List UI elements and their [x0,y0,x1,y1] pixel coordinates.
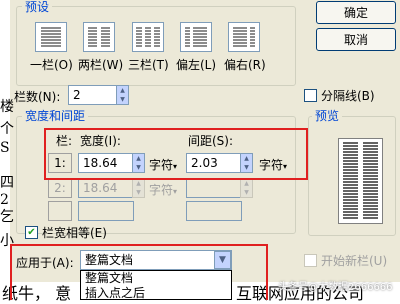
dropdown-caret-icon: ▾ [173,187,178,196]
new-column-label: 开始新栏(U) [321,254,388,268]
one-column-icon [41,27,61,47]
columns-spinner[interactable]: ▲ ▼ [116,85,129,105]
presets-legend: 预设 [22,0,53,14]
cancel-button[interactable]: 取消 [316,28,396,51]
right-column-icon [233,27,255,47]
row-2-spacing-input [186,178,242,198]
columns-label: 栏数(N): [14,90,61,104]
row-3-spacing-input [186,201,242,221]
row-3-width-input [78,201,134,221]
doc-char: 个 [0,121,14,137]
row-3-number [48,201,72,221]
separator-label: 分隔线(B) [321,89,375,103]
row-2-width-spinner: ▲ ▼ [132,178,145,198]
spin-up-icon: ▲ [244,180,249,187]
preview-columns-graphic [343,142,378,219]
preset-two-label: 两栏(W) [78,58,124,72]
columns-input[interactable]: 2 [68,85,118,105]
equal-width-checkbox[interactable]: ✔ [25,226,38,239]
preset-right-label: 偏右(R) [224,58,266,72]
checkmark-icon: ✔ [27,227,36,238]
preset-one-column[interactable] [35,22,67,52]
equal-width-label: 栏宽相等(E) [42,226,107,240]
row-2-width-unit: 字符▾ [149,181,177,198]
doc-char: 四 [0,175,14,191]
doc-char: 乞 [0,209,14,225]
watermark: 头条号@大数据2666666 [278,282,393,293]
spin-up-icon: ▲ [120,87,125,94]
preset-two-columns[interactable] [83,22,115,52]
preset-left[interactable] [180,22,212,52]
row-2-number: 2: [48,178,72,198]
preset-three-columns[interactable] [132,22,164,52]
spin-down-icon: ▼ [244,189,249,196]
preset-right[interactable] [228,22,260,52]
ok-button[interactable]: 确定 [316,1,396,24]
spin-down-icon: ▼ [120,96,125,103]
preview-page [338,138,383,224]
new-column-checkbox [304,254,317,267]
separator-checkbox[interactable] [304,89,317,102]
two-columns-icon [88,27,110,47]
preset-one-label: 一栏(O) [30,58,73,72]
highlight-box-columns [44,128,308,180]
doc-char: 楼 [0,99,14,115]
width-spacing-legend: 宽度和间距 [22,109,89,123]
spin-down-icon: ▼ [136,189,141,196]
preset-left-label: 偏左(L) [176,58,217,72]
three-columns-icon [136,27,160,47]
doc-char: S [0,140,10,156]
spin-up-icon: ▲ [136,180,141,187]
preset-three-label: 三栏(T) [128,58,169,72]
highlight-box-apply [10,244,268,300]
row-2-width-input: 18.64 [78,178,134,198]
left-column-icon [185,27,207,47]
preview-legend: 预览 [312,109,343,123]
unit-label: 字符 [149,183,174,197]
row-2-spacing-spinner: ▲ ▼ [240,178,253,198]
